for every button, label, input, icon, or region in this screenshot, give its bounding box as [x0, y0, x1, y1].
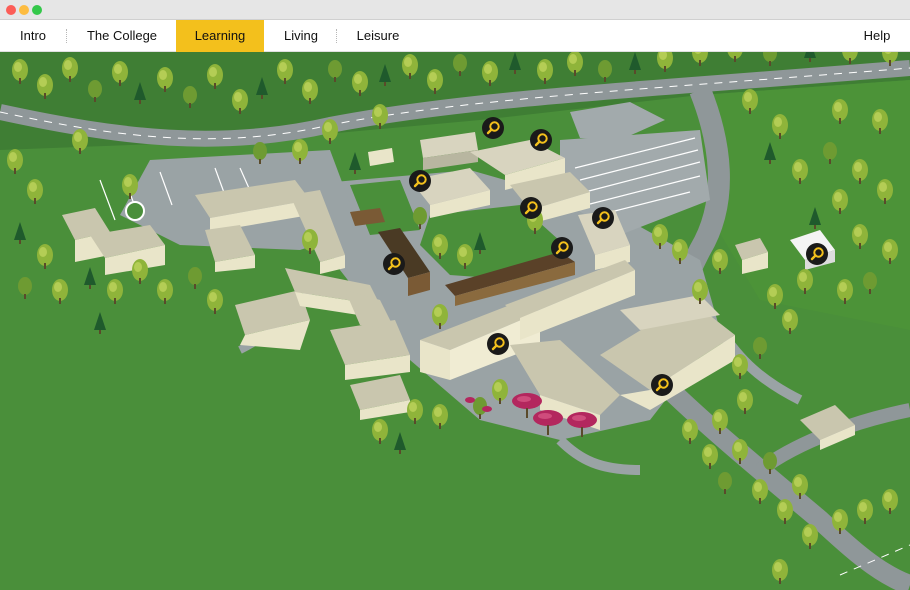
nav-separator: [66, 29, 67, 43]
map-hotspot-4[interactable]: [520, 197, 542, 219]
minimize-window-button[interactable]: [19, 5, 29, 15]
nav-living[interactable]: Living: [276, 20, 326, 52]
nav-leisure[interactable]: Leisure: [348, 20, 408, 52]
map-hotspot-10[interactable]: [651, 374, 673, 396]
map-hotspot-1[interactable]: [482, 117, 504, 139]
map-hotspot-5[interactable]: [592, 207, 614, 229]
campus-map[interactable]: [0, 52, 910, 590]
map-hotspot-9[interactable]: [487, 333, 509, 355]
nav-separator: [336, 29, 337, 43]
main-navigation: Intro The College Learning Living Leisur…: [0, 20, 910, 58]
map-hotspot-8[interactable]: [806, 243, 828, 265]
close-window-button[interactable]: [6, 5, 16, 15]
map-hotspot-2[interactable]: [530, 129, 552, 151]
nav-the-college[interactable]: The College: [76, 20, 168, 52]
campus-map-illustration: [0, 52, 910, 590]
map-hotspot-6[interactable]: [551, 237, 573, 259]
map-hotspot-3[interactable]: [409, 170, 431, 192]
zoom-window-button[interactable]: [32, 5, 42, 15]
nav-learning[interactable]: Learning: [176, 20, 264, 58]
window-titlebar: [0, 0, 910, 20]
nav-intro[interactable]: Intro: [8, 20, 58, 52]
nav-help[interactable]: Help: [856, 20, 898, 52]
map-hotspot-7[interactable]: [383, 253, 405, 275]
